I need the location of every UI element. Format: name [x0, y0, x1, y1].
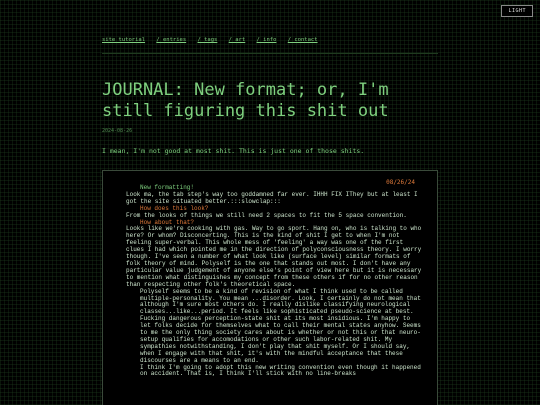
nav-info[interactable]: / info: [257, 37, 277, 43]
nav-entries[interactable]: / entries: [156, 37, 186, 43]
nav-site-tutorial[interactable]: site tutorial: [102, 37, 145, 43]
divider: [102, 53, 438, 54]
entry-paragraph: Polyself seems to be a kind of revision …: [140, 287, 421, 364]
page-title: JOURNAL: New format; or, I'm still figur…: [102, 80, 389, 121]
nav-art[interactable]: / art: [229, 37, 246, 43]
entry-body: New formatting! Look ma, the tab step's w…: [126, 184, 422, 378]
nav-contact[interactable]: / contact: [288, 37, 318, 43]
post-intro: I mean, I'm not good at most shit. This …: [102, 147, 365, 155]
entry-paragraph: Look ma, the tab step's way too goddamne…: [126, 190, 418, 205]
theme-toggle-button[interactable]: LIGHT: [501, 5, 533, 17]
entry-paragraph: I think I'm going to adopt this new writ…: [140, 363, 421, 378]
post-date: 2024-08-26: [102, 128, 133, 134]
top-nav: site tutorial / entries / tags / art / i…: [102, 37, 318, 43]
entry-paragraph: Looks like we're cooking with gas. Way t…: [126, 225, 422, 288]
nav-tags[interactable]: / tags: [197, 37, 217, 43]
journal-entry-card: 08/26/24 New formatting! Look ma, the tab…: [102, 170, 438, 405]
